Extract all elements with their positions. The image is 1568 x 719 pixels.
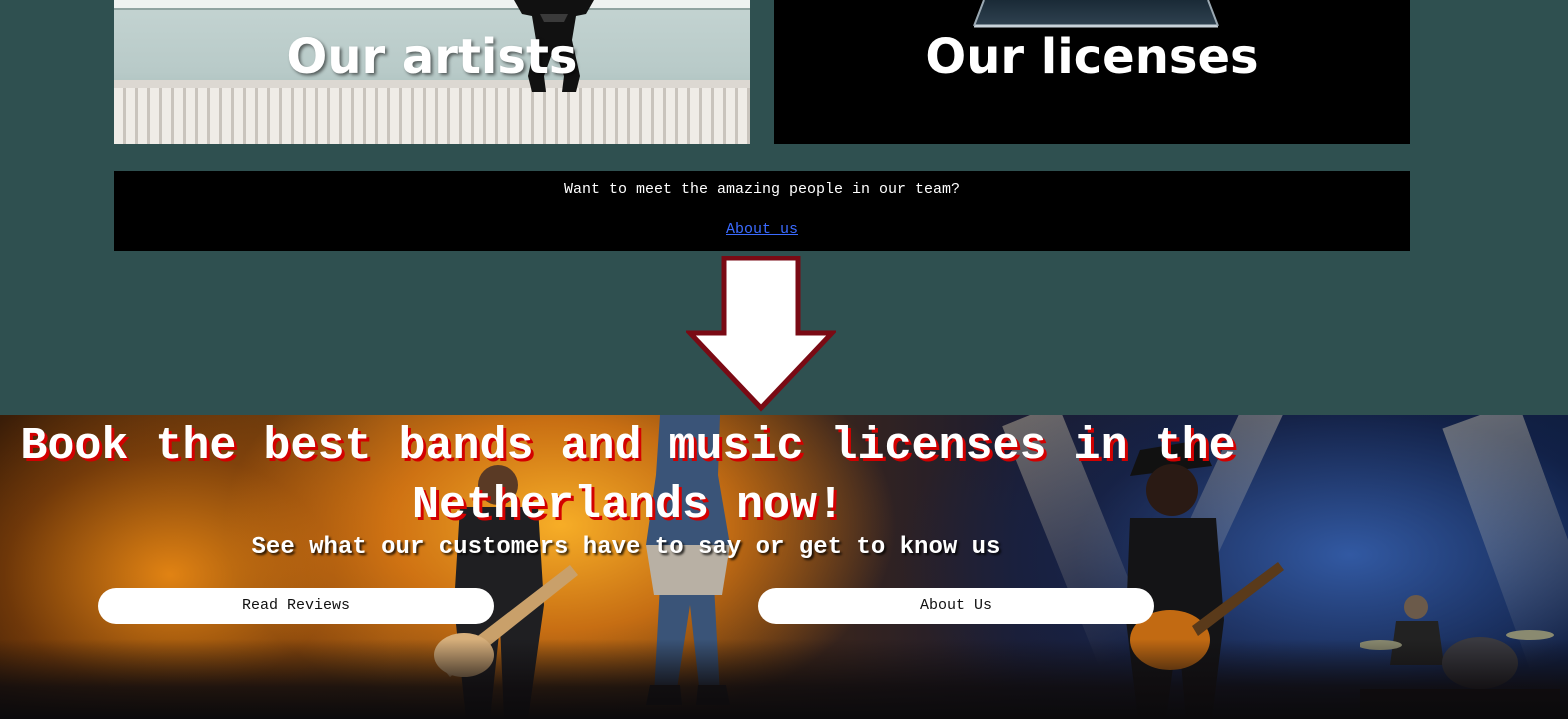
team-banner-text: Want to meet the amazing people in our t… [563,181,961,198]
hero-title: Book the best bands and music licenses i… [20,421,1236,531]
artists-card-window-frame [114,0,750,10]
artists-card-title: Our artists [286,29,578,85]
hero-subtitle: See what our customers have to say or ge… [251,534,1001,561]
artists-card[interactable]: Our artists [114,0,750,144]
hero-stage [0,639,1568,719]
hero-banner: Book the best bands and music licenses i… [0,415,1568,719]
licenses-card-triangle-image [973,0,1219,28]
licenses-card[interactable]: Our licenses [774,0,1410,144]
team-banner: Want to meet the amazing people in our t… [114,171,1410,251]
about-us-link[interactable]: About us [726,221,798,238]
read-reviews-button[interactable]: Read Reviews [98,588,494,624]
about-us-button[interactable]: About Us [758,588,1154,624]
artists-card-radiator [114,88,750,144]
arrow-down-icon [686,256,836,412]
licenses-card-title: Our licenses [925,29,1259,85]
